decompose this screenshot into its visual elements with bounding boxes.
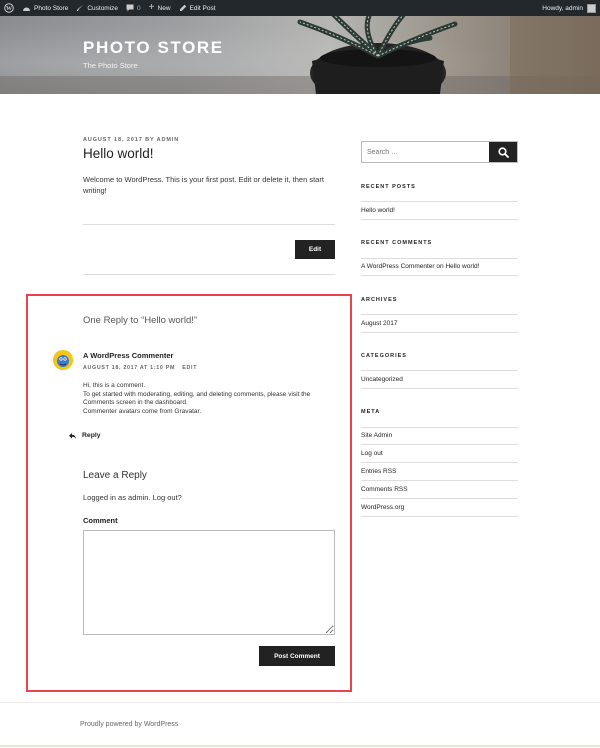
brush-icon: [77, 5, 84, 11]
recent-comment-on: on: [436, 263, 444, 270]
widget-title-categories: CATEGORIES: [361, 353, 407, 359]
pencil-icon: [179, 4, 186, 11]
edit-post-label: Edit Post: [189, 4, 216, 12]
comments-count: 0: [137, 4, 141, 12]
admin-bar-site-name[interactable]: Photo Store: [18, 0, 72, 16]
comment-line: Commenter avatars come from Gravatar.: [83, 407, 202, 415]
leave-reply-title: Leave a Reply: [83, 470, 147, 481]
admin-bar-edit-post[interactable]: Edit Post: [175, 0, 220, 16]
commenter-avatar: [53, 350, 73, 370]
meta-item-entries-rss[interactable]: Entries RSS: [361, 468, 396, 475]
admin-bar: W Photo Store Customize 0 + New Edit Pos…: [0, 0, 600, 16]
widget-title-archives: ARCHIVES: [361, 297, 398, 303]
search-button[interactable]: [489, 142, 517, 162]
post-title: Hello world!: [83, 146, 154, 161]
dashboard-icon: [23, 7, 30, 11]
recent-comment-post[interactable]: Hello world!: [445, 263, 479, 270]
reply-arrow-icon: [69, 432, 76, 439]
widget-title-recent-posts: RECENT POSTS: [361, 184, 416, 190]
archive-item[interactable]: August 2017: [361, 320, 398, 327]
widget-title-recent-comments: RECENT COMMENTS: [361, 240, 433, 246]
admin-bar-account[interactable]: Howdy, admin: [542, 3, 600, 13]
widget-title-meta: META: [361, 409, 381, 415]
recent-comment-item: A WordPress Commenter on Hello world!: [361, 263, 479, 270]
reply-link[interactable]: Reply: [69, 432, 101, 439]
admin-bar-new[interactable]: + New: [145, 0, 175, 16]
admin-bar-comments[interactable]: 0: [122, 0, 145, 16]
recent-comment-author[interactable]: A WordPress Commenter: [361, 263, 435, 270]
meta-item-wordpress-org[interactable]: WordPress.org: [361, 504, 404, 511]
wordpress-logo-icon[interactable]: W: [0, 0, 18, 16]
reply-label: Reply: [82, 432, 101, 439]
footer-credit[interactable]: Proudly powered by WordPress: [80, 721, 178, 728]
comments-title: One Reply to “Hello world!”: [83, 315, 198, 326]
comment-label: Comment: [83, 516, 118, 525]
meta-item-log-out[interactable]: Log out: [361, 450, 383, 457]
site-name-label: Photo Store: [34, 4, 69, 12]
site-description: The Photo Store: [83, 61, 138, 70]
comment-bubble-icon: [126, 4, 134, 12]
admin-avatar: [587, 3, 596, 13]
comment-edit-link[interactable]: EDIT: [182, 365, 197, 371]
comment-date[interactable]: AUGUST 18, 2017 AT 1:10 PM: [83, 365, 175, 371]
search-input[interactable]: [362, 142, 490, 162]
site-header: PHOTO STORE The Photo Store: [0, 16, 600, 94]
comment-meta: AUGUST 18, 2017 AT 1:10 PM EDIT: [83, 365, 197, 371]
page-bottom-edge: [0, 745, 600, 747]
howdy-label: Howdy, admin: [542, 4, 583, 12]
search-icon: [497, 146, 509, 158]
new-label: New: [157, 4, 171, 12]
recent-post-item[interactable]: Hello world!: [361, 207, 395, 214]
admin-bar-customize[interactable]: Customize: [72, 0, 122, 16]
divider: [83, 274, 335, 275]
plus-icon: +: [148, 2, 155, 13]
comment-textarea[interactable]: [83, 530, 335, 635]
search-form: [361, 141, 518, 163]
comment-line: Hi, this is a comment.: [83, 382, 146, 389]
edit-button[interactable]: Edit: [295, 240, 335, 259]
comment-content: Hi, this is a comment. To get started wi…: [83, 382, 343, 416]
category-item[interactable]: Uncategorized: [361, 376, 403, 383]
divider: [83, 224, 335, 225]
post-content: Welcome to WordPress. This is your first…: [83, 175, 324, 195]
customize-label: Customize: [87, 4, 119, 12]
meta-item-site-admin[interactable]: Site Admin: [361, 432, 392, 439]
logged-in-as[interactable]: Logged in as admin. Log out?: [83, 493, 182, 502]
post-comment-button[interactable]: Post Comment: [259, 646, 335, 666]
comment-line: To get started with moderating, editing,…: [83, 390, 311, 407]
post-meta[interactable]: AUGUST 18, 2017 BY ADMIN: [83, 137, 179, 143]
footer-divider: [0, 702, 600, 703]
site-title[interactable]: PHOTO STORE: [83, 38, 224, 58]
meta-item-comments-rss[interactable]: Comments RSS: [361, 486, 408, 493]
svg-text:W: W: [6, 6, 12, 12]
comment-author[interactable]: A WordPress Commenter: [83, 351, 173, 360]
